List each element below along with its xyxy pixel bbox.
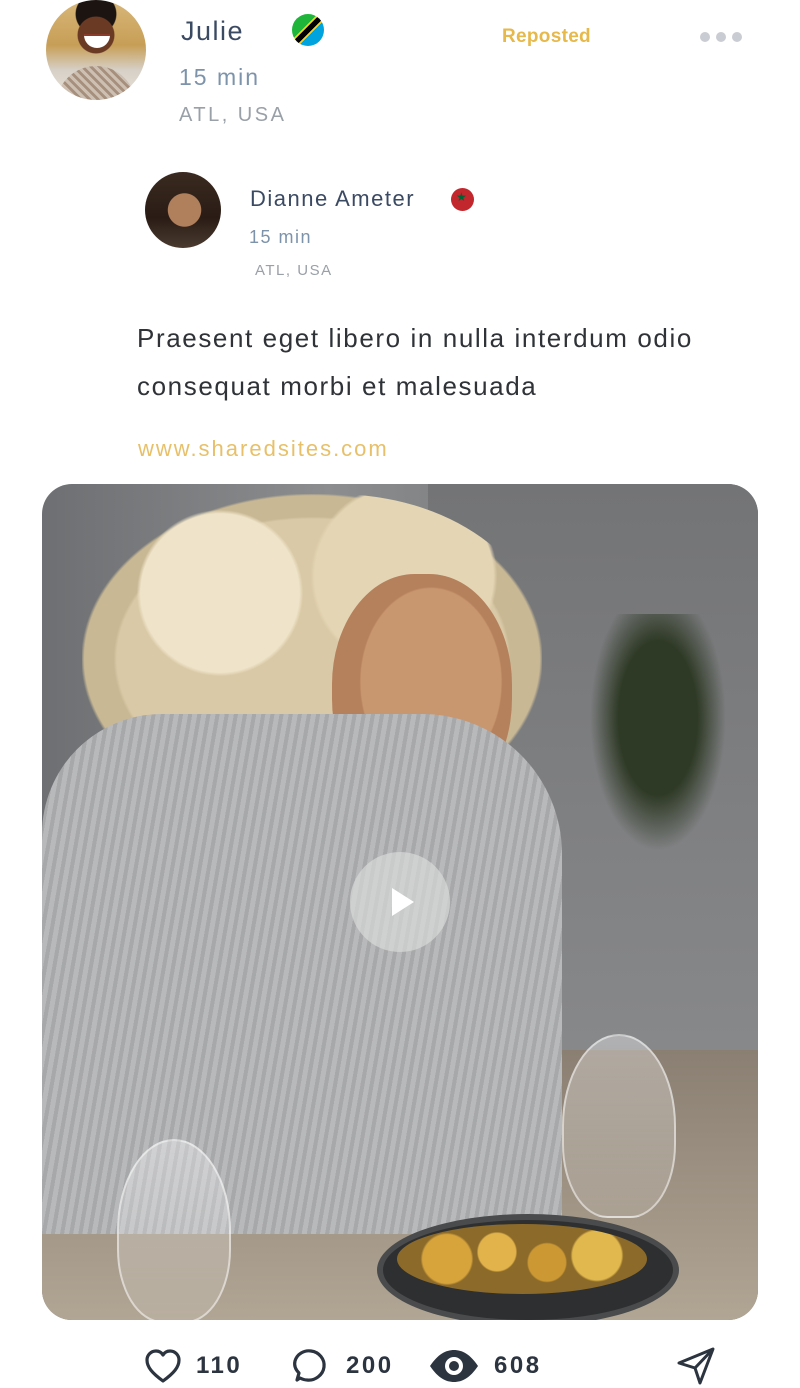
author-location: ATL, USA: [255, 262, 333, 279]
views-indicator: 608: [428, 1348, 542, 1384]
author-time: 15 min: [249, 227, 313, 247]
play-button[interactable]: [350, 852, 450, 952]
comment-count: 200: [346, 1352, 394, 1379]
comment-icon: [293, 1349, 326, 1382]
reposted-badge: Reposted: [502, 26, 591, 47]
reposter-name[interactable]: Julie: [181, 16, 244, 47]
post-link[interactable]: www.sharedsites.com: [138, 436, 389, 462]
reposter-avatar[interactable]: [46, 0, 146, 100]
author-name[interactable]: Dianne Ameter: [250, 186, 415, 212]
tanzania-flag-icon: [292, 14, 324, 46]
play-icon: [392, 888, 414, 916]
morocco-flag-icon: [451, 188, 474, 211]
comment-button[interactable]: 200: [290, 1348, 394, 1384]
reposter-location: ATL, USA: [179, 104, 287, 126]
like-button[interactable]: 110: [144, 1348, 242, 1384]
share-button[interactable]: [676, 1347, 716, 1385]
more-options-icon[interactable]: [700, 32, 744, 42]
heart-icon: [145, 1349, 181, 1383]
like-count: 110: [196, 1352, 243, 1379]
send-icon: [677, 1347, 715, 1385]
post-text: Praesent eget libero in nulla interdum o…: [137, 323, 693, 401]
view-count: 608: [494, 1352, 542, 1379]
author-avatar[interactable]: [145, 172, 221, 248]
eye-icon: [430, 1350, 478, 1382]
reposter-time: 15 min: [179, 64, 261, 90]
